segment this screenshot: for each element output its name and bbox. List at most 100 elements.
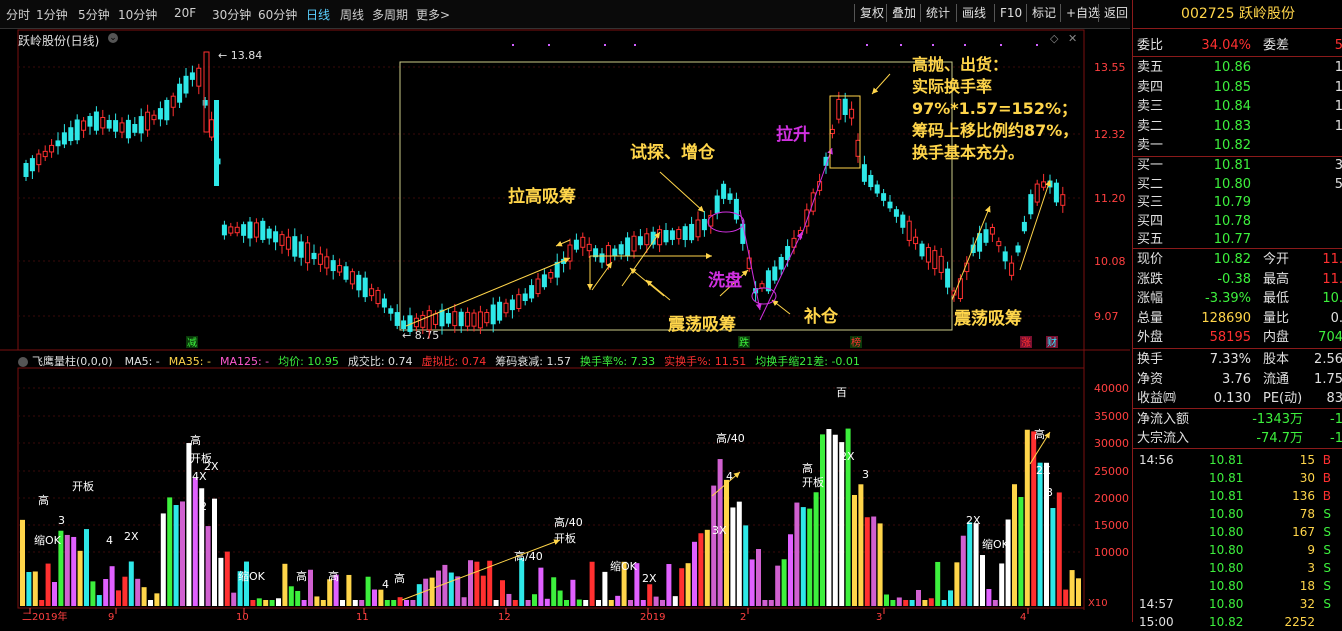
toolbar-button-1[interactable]: 叠加 — [886, 4, 921, 22]
date-tick: 3 — [876, 612, 882, 622]
volume-bar-series: 高开板缩OK34 2X高开板4X2X2缩OK 高高4 高高/40开板高/40缩OK2X… — [20, 386, 1081, 606]
bid-row-4: 买五 10.77 — [1133, 230, 1342, 250]
volume-bar — [653, 596, 659, 606]
volume-tick: 30000 — [1094, 437, 1129, 450]
tick-vol-9: 2252 — [1284, 615, 1315, 629]
volume-bar — [340, 600, 345, 606]
volume-bar — [1024, 429, 1030, 606]
tick-flag-8: S — [1323, 597, 1331, 611]
fin-row-1: 净资 3.76 流通 1.75 — [1133, 370, 1342, 390]
annotation-label: 拉高吸筹 — [508, 186, 576, 207]
period-tab-8[interactable]: 周线 — [340, 6, 364, 23]
quote-row-4-label2: 内盘 — [1263, 330, 1290, 345]
volume-bar — [96, 595, 102, 606]
volume-bar — [295, 590, 301, 606]
volume-bar — [967, 522, 973, 606]
panel-title: 002725 跃岭股份 — [1133, 0, 1342, 29]
candle-body — [381, 298, 387, 308]
toolbar-button-7[interactable]: 返回 — [1098, 4, 1133, 22]
close-icon[interactable]: ✕ — [1068, 32, 1077, 45]
period-tab-9[interactable]: 多周期 — [372, 6, 408, 23]
toolbar-button-3[interactable]: 画线 — [956, 4, 991, 22]
tick-vol-3: 78 — [1299, 507, 1315, 521]
quote-row-4-value: 58195 — [1209, 330, 1251, 345]
volume-bar — [730, 507, 736, 606]
chevron-down-icon[interactable]: ⌄ — [108, 33, 118, 43]
volume-bar — [660, 599, 665, 606]
volume-bar — [679, 568, 685, 606]
period-tab-5[interactable]: 30分钟 — [212, 6, 251, 23]
volume-scale-label: X10 — [1088, 598, 1108, 609]
tick-flag-0: B — [1322, 453, 1331, 467]
volume-bar — [256, 598, 262, 606]
price-tick: 13.55 — [1094, 61, 1126, 74]
candle-body — [1053, 182, 1059, 203]
volume-bar — [538, 567, 544, 606]
date-tick: 2019 — [640, 612, 665, 622]
volume-bar — [391, 600, 397, 606]
period-tab-10[interactable]: 更多> — [416, 6, 450, 23]
period-tab-0[interactable]: 分时 — [6, 6, 30, 23]
period-tab-2[interactable]: 5分钟 — [78, 6, 110, 23]
volume-bar — [205, 526, 211, 606]
volume-bar — [794, 502, 800, 606]
volume-annotation: 缩OK — [34, 534, 62, 547]
candle-body — [471, 312, 477, 327]
toolbar-button-0[interactable]: 复权 — [854, 4, 889, 22]
volume-bar — [128, 561, 134, 606]
volume-bar — [647, 584, 653, 606]
volume-bar — [301, 600, 307, 606]
volume-bar — [32, 571, 38, 606]
candle-body — [503, 302, 509, 314]
bid-row-3-value: 10.78 — [1213, 213, 1251, 229]
volume-bar — [269, 600, 275, 606]
candle-body — [580, 236, 586, 248]
indicator-menu-icon[interactable] — [18, 357, 28, 367]
tick-row-7: 10.80 18 S — [1133, 577, 1342, 595]
candle-body — [855, 139, 861, 157]
candle-body — [842, 98, 848, 115]
volume-annotation: 2X — [840, 450, 855, 463]
volume-bar — [186, 443, 192, 606]
toolbar-button-4[interactable]: F10 — [994, 4, 1027, 22]
tick-vol-5: 9 — [1307, 543, 1315, 557]
volume-bar — [397, 597, 403, 606]
weibi-value: 34.04% — [1201, 38, 1251, 53]
kline-chart-svg[interactable]: 13.5512.3211.2010.089.07← 13.84← 8.75 40… — [0, 28, 1130, 623]
fin-row-1-label2: 流通 — [1263, 371, 1290, 387]
event-marker-label: 涨 — [1021, 337, 1031, 349]
volume-bar — [973, 523, 979, 606]
volume-bar — [282, 563, 288, 606]
trend-arrow — [951, 205, 991, 301]
volume-tick: 10000 — [1094, 546, 1129, 559]
period-tab-1[interactable]: 1分钟 — [36, 6, 68, 23]
period-tab-3[interactable]: 10分钟 — [118, 6, 157, 23]
period-tab-6[interactable]: 60分钟 — [258, 6, 297, 23]
volume-bar — [685, 563, 691, 606]
volume-annotation: 2 — [200, 500, 207, 513]
weibi-row: 委比 34.04% 委差 5 — [1133, 36, 1342, 56]
ask-row-0: 卖五 10.86 1 — [1133, 58, 1342, 78]
period-tab-4[interactable]: 20F — [174, 6, 196, 20]
toolbar-button-2[interactable]: 统计 — [920, 4, 955, 22]
volume-annotation: 缩OK — [238, 570, 266, 583]
candle-body — [452, 311, 458, 327]
volume-bar — [736, 501, 742, 606]
volume-bar — [903, 600, 909, 606]
volume-bar — [90, 581, 96, 606]
period-tab-7[interactable]: 日线 — [306, 6, 330, 23]
quote-row-2-value: -3.39% — [1205, 291, 1251, 306]
toolbar-button-5[interactable]: 标记 — [1026, 4, 1061, 22]
candle-body — [298, 241, 304, 258]
volume-bar — [218, 557, 224, 606]
chart-area[interactable]: 13.55 12.32 11.20 10.08 9.07 ← 13.84 ← 8.75 40… — [0, 28, 1130, 623]
candle-body — [305, 242, 311, 264]
candle-body — [119, 122, 125, 133]
candle-body — [849, 108, 855, 119]
volume-annotation: 高 — [1034, 427, 1045, 441]
diamond-icon[interactable]: ◇ — [1050, 32, 1058, 45]
tick-time-0: 14:56 — [1139, 453, 1174, 467]
tick-flag-4: S — [1323, 525, 1331, 539]
volume-bar — [384, 600, 390, 606]
volume-annotation: 4 — [106, 534, 113, 547]
